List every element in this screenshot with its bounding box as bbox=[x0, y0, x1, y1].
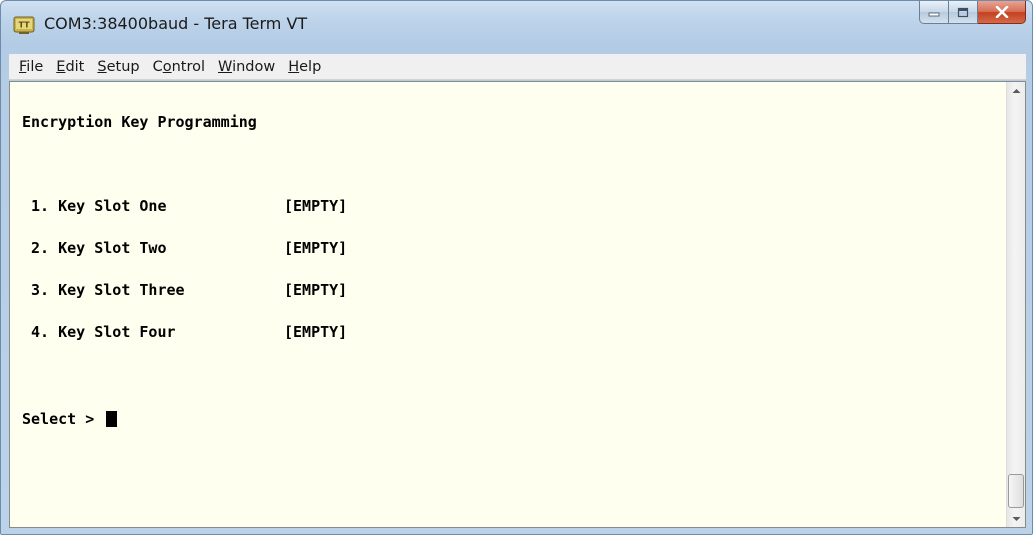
menu-file[interactable]: File bbox=[13, 59, 50, 75]
key-slot-label: 4. Key Slot Four bbox=[22, 323, 176, 341]
key-slot-row: 1. Key Slot One [EMPTY] bbox=[22, 197, 1006, 215]
key-slot-label: 2. Key Slot Two bbox=[22, 239, 167, 257]
terminal-frame: Encryption Key Programming 1. Key Slot O… bbox=[9, 81, 1026, 528]
key-slot-row: 3. Key Slot Three [EMPTY] bbox=[22, 281, 1006, 299]
minimize-button[interactable] bbox=[919, 1, 949, 24]
maximize-icon bbox=[957, 7, 969, 17]
key-slot-status: [EMPTY] bbox=[284, 197, 348, 215]
close-button[interactable] bbox=[978, 1, 1026, 24]
key-slot-label: 3. Key Slot Three bbox=[22, 281, 185, 299]
key-slot-row: 4. Key Slot Four [EMPTY] bbox=[22, 323, 1006, 341]
maximize-button[interactable] bbox=[949, 1, 978, 24]
scroll-up-button[interactable] bbox=[1007, 82, 1025, 99]
terminal-heading: Encryption Key Programming bbox=[22, 113, 257, 131]
svg-text:TT: TT bbox=[18, 21, 30, 30]
menu-help[interactable]: Help bbox=[282, 59, 328, 75]
minimize-icon bbox=[928, 12, 940, 17]
vertical-scrollbar[interactable] bbox=[1006, 82, 1025, 527]
terminal-screen[interactable]: Encryption Key Programming 1. Key Slot O… bbox=[10, 82, 1006, 527]
menu-window[interactable]: Window bbox=[212, 59, 282, 75]
key-slot-status: [EMPTY] bbox=[284, 323, 348, 341]
tera-term-app-icon[interactable]: TT bbox=[13, 15, 35, 35]
tera-term-window: TT COM3:38400baud - Tera Term VT File Ed… bbox=[0, 0, 1033, 535]
chevron-down-icon bbox=[1012, 516, 1020, 521]
menu-edit[interactable]: Edit bbox=[50, 59, 91, 75]
key-slot-status: [EMPTY] bbox=[284, 239, 348, 257]
chevron-up-icon bbox=[1012, 88, 1020, 93]
window-title: COM3:38400baud - Tera Term VT bbox=[44, 14, 308, 33]
prompt-line: Select > bbox=[22, 410, 1006, 428]
select-prompt: Select > bbox=[22, 410, 104, 428]
menu-control[interactable]: Control bbox=[147, 59, 212, 75]
scroll-down-button[interactable] bbox=[1007, 510, 1025, 527]
scrollbar-thumb[interactable] bbox=[1008, 474, 1024, 508]
key-slot-status: [EMPTY] bbox=[284, 281, 348, 299]
caption-buttons bbox=[919, 1, 1026, 25]
menu-setup[interactable]: Setup bbox=[91, 59, 146, 75]
title-bar[interactable]: TT COM3:38400baud - Tera Term VT bbox=[1, 1, 1032, 47]
text-cursor bbox=[106, 411, 118, 427]
key-slot-row: 2. Key Slot Two [EMPTY] bbox=[22, 239, 1006, 257]
menu-bar: File Edit Setup Control Window Help bbox=[9, 54, 1026, 80]
key-slot-label: 1. Key Slot One bbox=[22, 197, 167, 215]
close-icon bbox=[995, 6, 1008, 18]
